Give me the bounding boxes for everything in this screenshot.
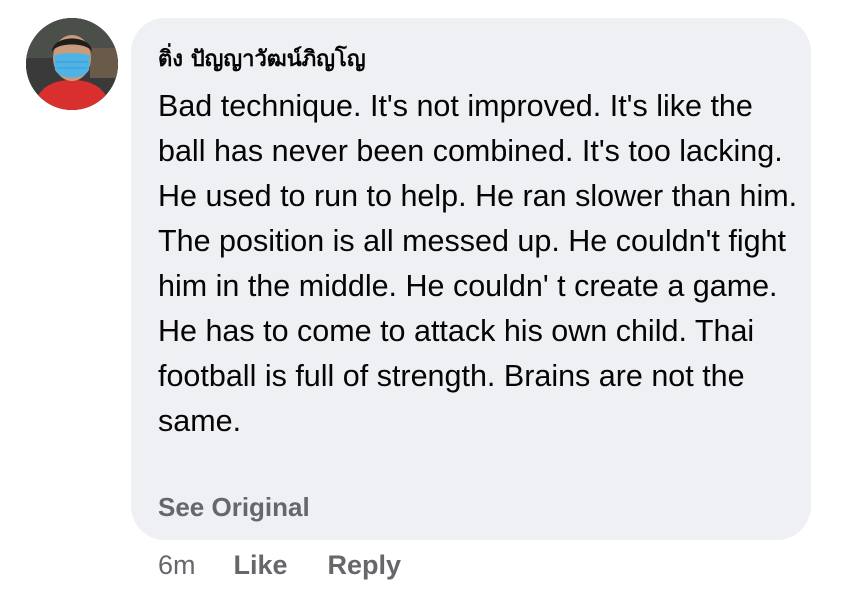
comment-bubble: ติ่ง ปัญญาวัฒน์ภิญโญ Bad technique. It's… — [131, 18, 811, 540]
comment-timestamp[interactable]: 6m — [158, 550, 196, 581]
reply-button[interactable]: Reply — [328, 550, 402, 581]
profile-photo — [26, 18, 118, 110]
author-name[interactable]: ติ่ง ปัญญาวัฒน์ภิญโญ — [158, 44, 791, 76]
see-original-link[interactable]: See Original — [158, 492, 310, 523]
avatar[interactable] — [26, 18, 118, 110]
like-button[interactable]: Like — [234, 550, 288, 581]
comment-text: Bad technique. It's not improved. It's l… — [158, 89, 798, 438]
comment-actions: 6m Like Reply — [158, 550, 441, 581]
